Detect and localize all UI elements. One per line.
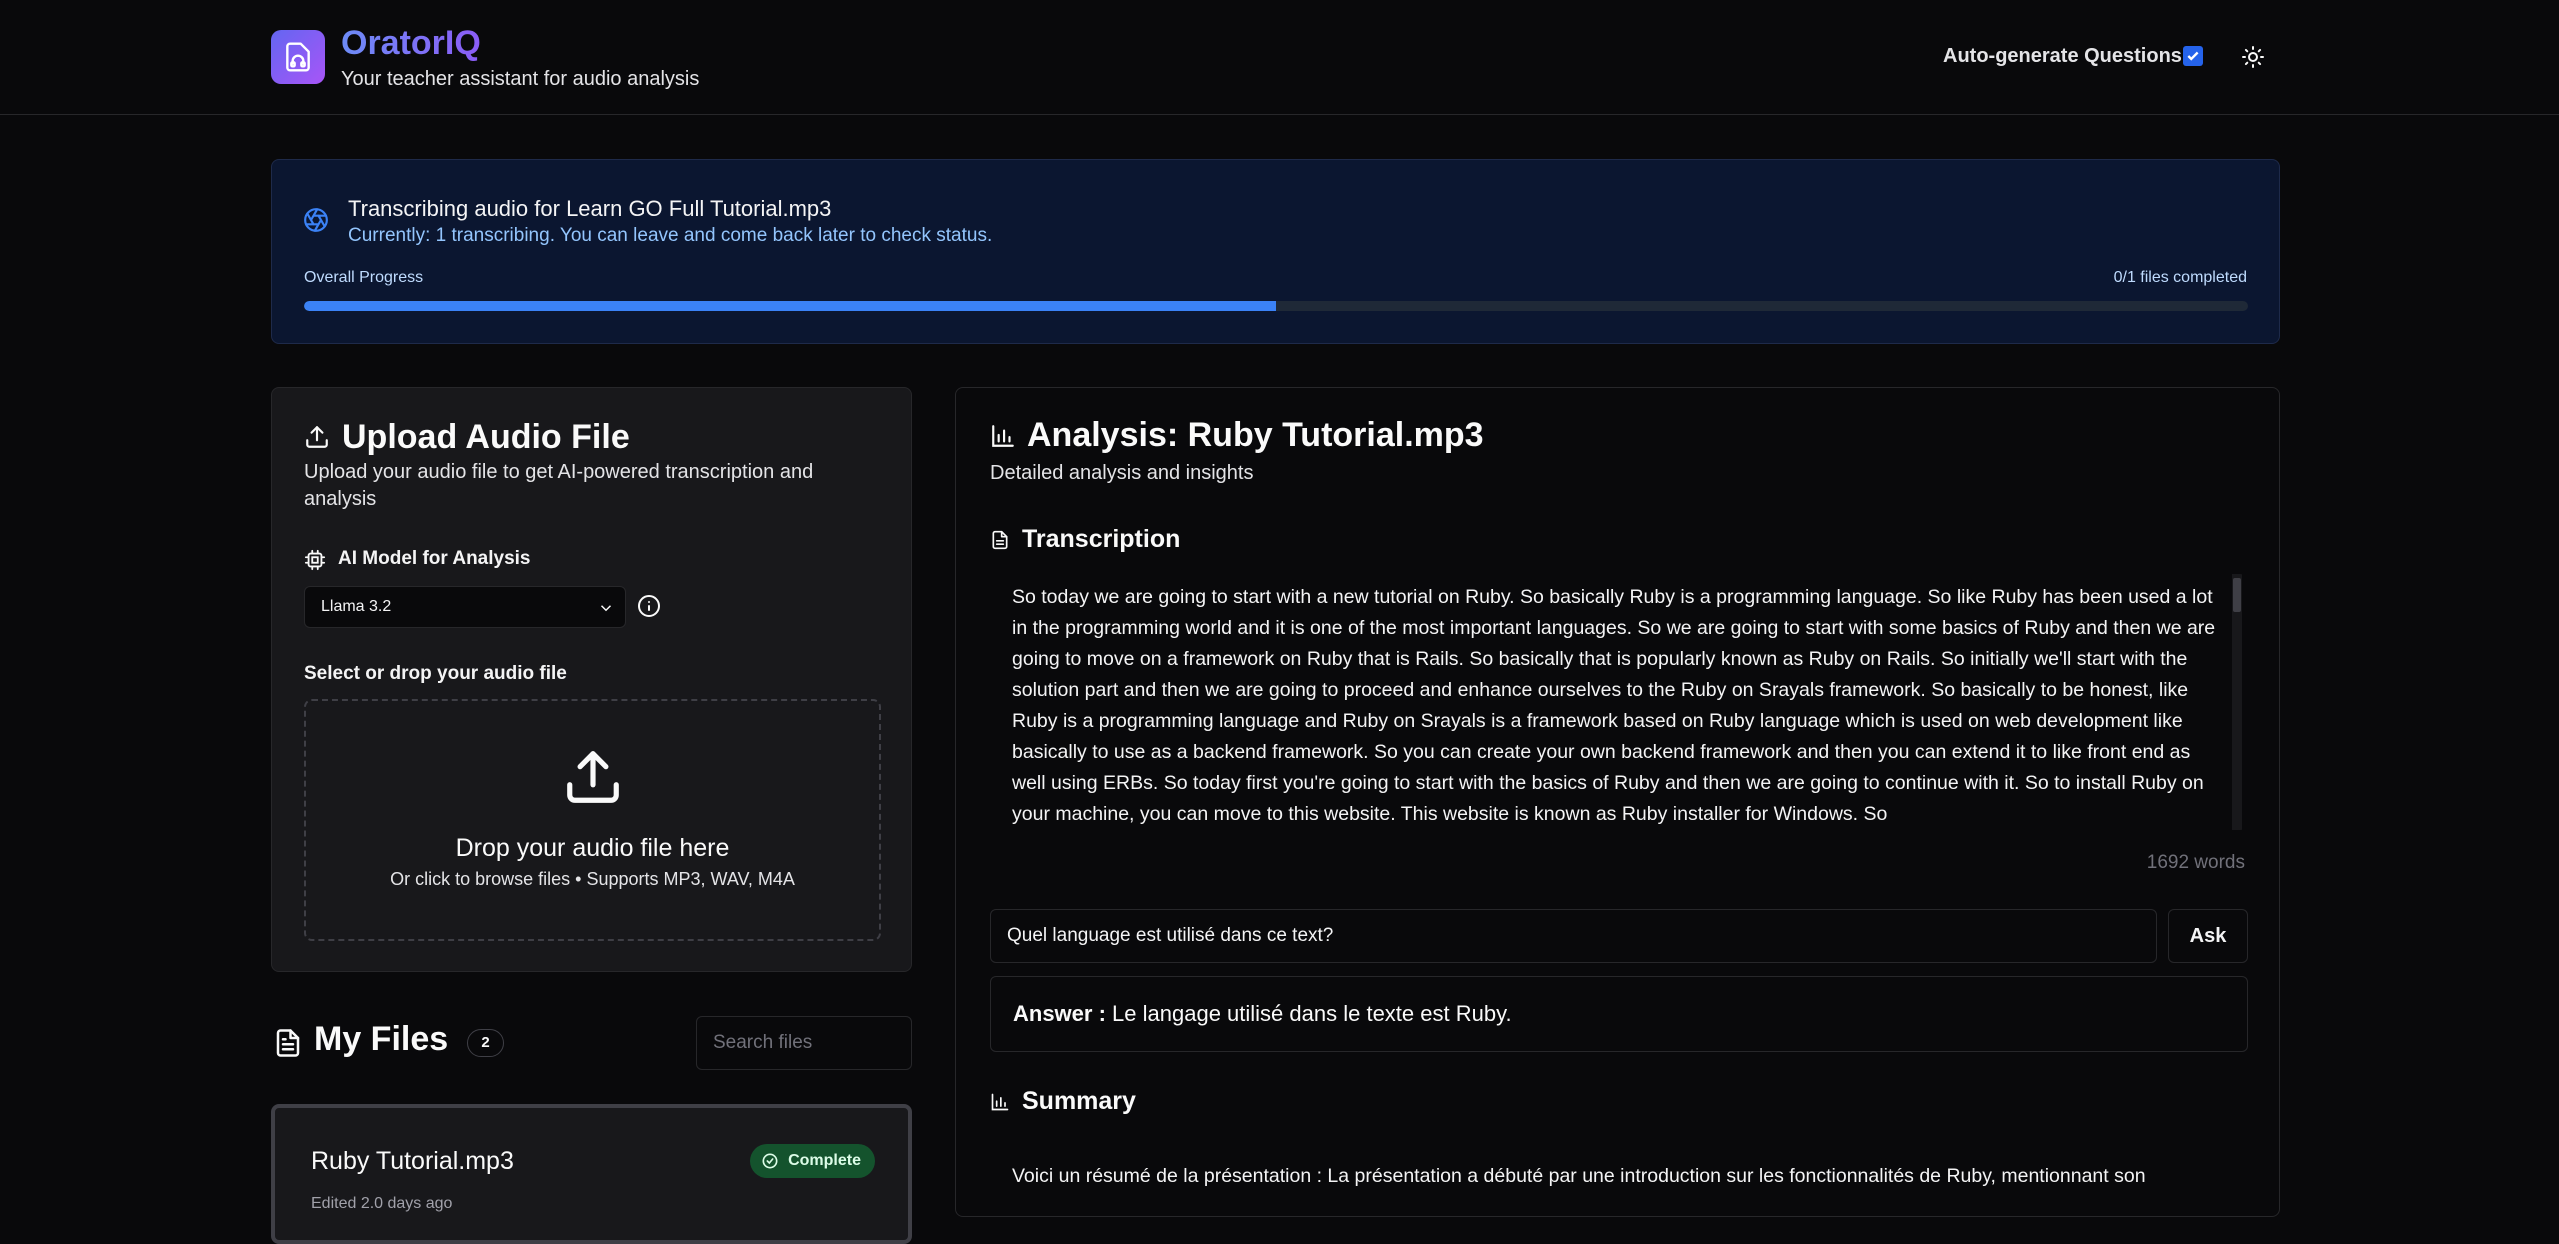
bar-chart-icon: [991, 1093, 1009, 1111]
my-files-title: My Files: [314, 1020, 449, 1058]
transcription-progress-card: Transcribing audio for Learn GO Full Tut…: [271, 159, 2280, 344]
analysis-title: Analysis: Ruby Tutorial.mp3: [1027, 416, 1484, 454]
app-title[interactable]: OratorIQ: [341, 24, 481, 63]
model-select[interactable]: Llama 3.2: [304, 586, 626, 628]
file-card[interactable]: Ruby Tutorial.mp3 Complete Edited 2.0 da…: [271, 1104, 912, 1244]
sun-icon: [2242, 46, 2264, 68]
upload-icon: [567, 751, 619, 803]
overall-progress-label: Overall Progress: [304, 269, 424, 286]
audio-dropzone[interactable]: Drop your audio file here Or click to br…: [304, 699, 881, 941]
upload-icon: [306, 426, 328, 448]
transcription-text: So today we are going to start with a ne…: [1012, 586, 2216, 825]
analysis-subtitle: Detailed analysis and insights: [990, 462, 1254, 484]
auto-generate-label[interactable]: Auto-generate Questions: [1943, 45, 2182, 68]
check-circle-icon: [762, 1153, 778, 1169]
transcription-scrollbar[interactable]: [2232, 574, 2242, 830]
answer-label: Answer :: [1013, 1001, 1106, 1026]
headphones-doc-logo-icon: [271, 30, 325, 84]
summary-title: Summary: [1022, 1087, 1136, 1115]
bar-chart-icon: [992, 425, 1014, 447]
ask-button[interactable]: Ask: [2168, 909, 2248, 963]
upload-card: Upload Audio File Upload your audio file…: [271, 387, 912, 972]
spinner-aperture-icon: [304, 208, 328, 232]
app-tagline: Your teacher assistant for audio analysi…: [341, 68, 700, 90]
upload-description: Upload your audio file to get AI-powered…: [304, 461, 814, 510]
answer-text: Le langage utilisé dans le texte est Rub…: [1112, 1001, 1512, 1026]
analysis-card: Analysis: Ruby Tutorial.mp3 Detailed ana…: [955, 387, 2280, 1217]
info-icon[interactable]: [637, 594, 661, 618]
drop-label: Select or drop your audio file: [304, 663, 567, 684]
answer-box: Answer : Le langage utilisé dans le text…: [990, 976, 2248, 1052]
cpu-icon: [304, 549, 326, 571]
auto-generate-checkbox[interactable]: [2183, 46, 2203, 66]
model-label: AI Model for Analysis: [338, 548, 531, 569]
status-badge: Complete: [750, 1144, 875, 1178]
word-count: 1692 words: [2146, 852, 2245, 873]
transcription-title: Transcription: [1022, 525, 1181, 553]
files-completed-count: 0/1 files completed: [2113, 269, 2247, 286]
status-badge-label: Complete: [788, 1152, 861, 1169]
dropzone-subtitle: Or click to browse files • Supports MP3,…: [390, 869, 795, 889]
app-header: OratorIQ Your teacher assistant for audi…: [0, 0, 2559, 115]
progress-bar-fill: [304, 301, 1276, 311]
chevron-down-icon: [600, 605, 612, 612]
summary-text: Voici un résumé de la présentation : La …: [1012, 1165, 2146, 1187]
file-name: Ruby Tutorial.mp3: [311, 1147, 514, 1175]
question-input[interactable]: Quel language est utilisé dans ce text?: [990, 909, 2157, 963]
scrollbar-thumb[interactable]: [2233, 578, 2241, 612]
progress-status: Currently: 1 transcribing. You can leave…: [348, 225, 993, 246]
progress-bar: [304, 301, 2248, 311]
search-files-input[interactable]: Search files: [696, 1016, 912, 1070]
upload-title: Upload Audio File: [342, 418, 630, 456]
transcription-box[interactable]: So today we are going to start with a ne…: [990, 574, 2246, 830]
theme-toggle-button[interactable]: [2238, 42, 2268, 72]
model-select-value: Llama 3.2: [321, 598, 392, 615]
progress-title: Transcribing audio for Learn GO Full Tut…: [348, 196, 832, 221]
dropzone-title: Drop your audio file here: [455, 834, 730, 862]
files-count-badge: 2: [467, 1029, 504, 1057]
file-text-icon: [276, 1029, 300, 1057]
file-meta: Edited 2.0 days ago: [311, 1195, 453, 1212]
file-text-icon: [992, 530, 1008, 550]
